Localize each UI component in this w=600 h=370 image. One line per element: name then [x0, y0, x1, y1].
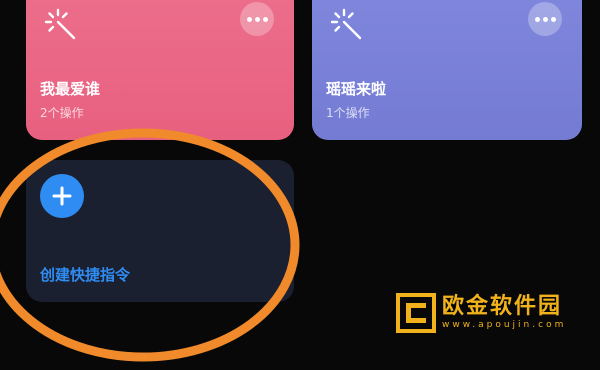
shortcut-card-2[interactable]: 瑶瑶来啦 1个操作	[312, 0, 582, 140]
more-icon	[246, 16, 268, 22]
add-shortcut-button[interactable]	[40, 174, 84, 218]
more-options-button[interactable]	[240, 2, 274, 36]
watermark-text: 欧金软件园	[442, 294, 563, 319]
watermark-logo-icon	[396, 293, 436, 333]
magic-wand-icon	[330, 8, 362, 40]
shortcut-action-count: 2个操作	[40, 106, 84, 120]
plus-icon	[52, 186, 72, 206]
shortcut-title: 我最爱谁	[40, 80, 101, 98]
create-shortcut-card[interactable]: 创建快捷指令	[26, 160, 294, 302]
create-shortcut-label[interactable]: 创建快捷指令	[40, 264, 130, 285]
watermark-url: www.apoujin.com	[442, 320, 567, 330]
shortcut-title: 瑶瑶来啦	[326, 80, 387, 98]
shortcut-action-count: 1个操作	[326, 106, 370, 120]
more-icon	[534, 16, 556, 22]
watermark: 欧金软件园 www.apoujin.com	[396, 291, 592, 335]
magic-wand-icon	[44, 8, 76, 40]
more-options-button[interactable]	[528, 2, 562, 36]
shortcut-card-1[interactable]: 我最爱谁 2个操作	[26, 0, 294, 140]
